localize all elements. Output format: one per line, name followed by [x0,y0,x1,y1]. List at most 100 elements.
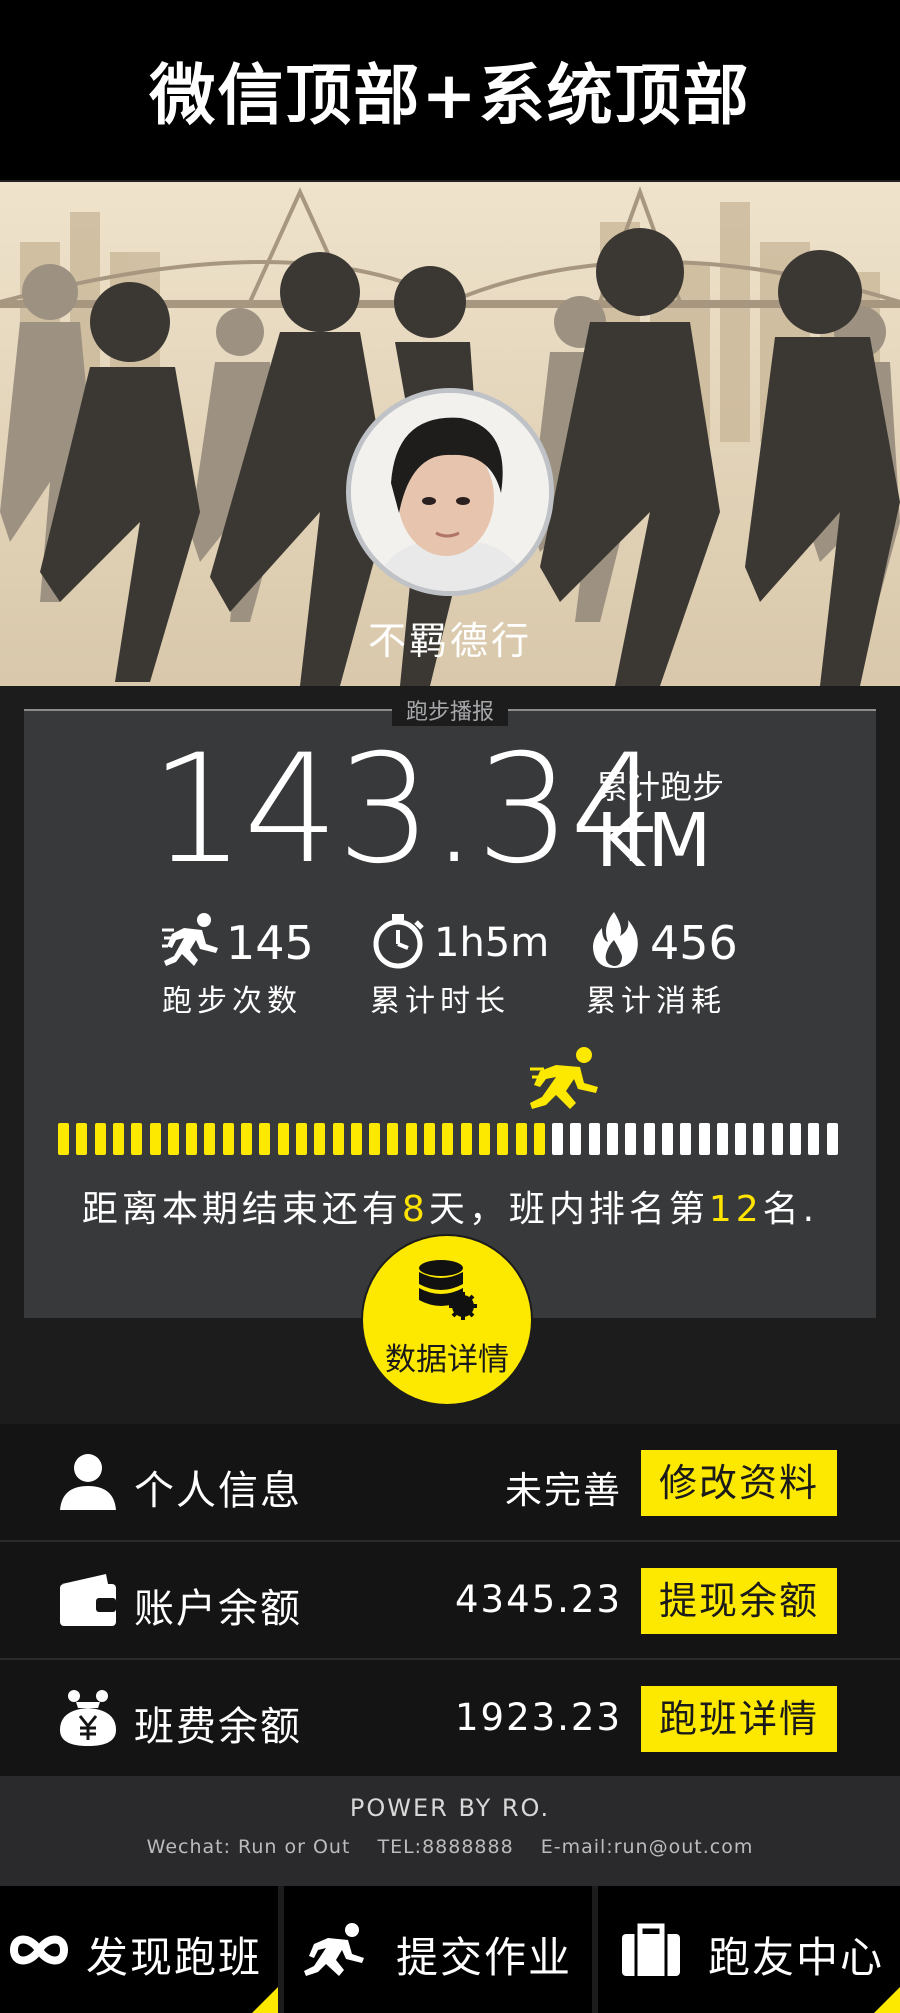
stat-calories: 456 累计消耗 [586,910,806,1020]
tab-corner-marker [252,1987,278,2013]
powered-by: POWER BY RO. [349,1794,551,1822]
progress-segment-filled [387,1123,399,1155]
progress-segment-filled [460,1123,472,1155]
stat-duration-label: 累计时长 [370,984,510,1019]
data-detail-button[interactable]: 数据详情 [363,1236,531,1404]
stat-duration: 1h5m 累计时长 [370,910,590,1020]
row-label: 账户余额 [134,1586,302,1632]
progress-segment-empty [771,1123,783,1155]
stopwatch-icon [373,914,424,969]
progress-segment-empty [808,1123,820,1155]
row-label: 个人信息 [134,1468,302,1514]
summary-suffix: 名. [762,1189,819,1230]
progress-segment-empty [552,1123,564,1155]
contact-info: Wechat: Run or Out TEL:8888888 E-mail:ru… [0,1836,900,1858]
divider [24,709,392,711]
row-value: 1923.23 [454,1696,622,1739]
progress-segment-empty [735,1123,747,1155]
tab-label: 提交作业 [396,1933,573,1982]
database-settings-icon [419,1260,477,1320]
progress-segment-filled [58,1123,69,1155]
tab-corner-marker [874,1987,900,2013]
tab-label: 发现跑班 [86,1933,263,1982]
progress-segment-filled [241,1123,252,1155]
progress-segment-empty [643,1123,655,1155]
wallet-icon [60,1574,116,1626]
progress-segment-filled [497,1123,509,1155]
row-label: 班费余额 [134,1704,302,1750]
row-value: 4345.23 [454,1578,622,1621]
progress-segment-filled [222,1123,234,1155]
avatar[interactable] [346,388,554,596]
progress-segment-filled [76,1123,88,1155]
progress-segment-filled [295,1123,307,1155]
tab-label: 跑友中心 [708,1933,885,1982]
total-distance-value: 143.34 [150,723,665,897]
page-title: 微信顶部+系统顶部 [149,57,751,134]
progress-segment-filled [332,1123,344,1155]
row-account-balance: 账户余额 4345.23 提现余额 [0,1542,900,1660]
progress-segment-filled [167,1123,179,1155]
hero-banner: 不羁德行 [0,182,900,686]
progress-segment-empty [716,1123,728,1155]
stat-calories-label: 累计消耗 [586,984,726,1019]
divider [508,709,877,711]
progress-segment-filled [149,1123,161,1155]
progress-segment-filled [350,1123,362,1155]
edit-profile-button[interactable]: 修改资料 [641,1450,837,1516]
progress-segment-empty [588,1123,600,1155]
progress-segment-empty [753,1123,765,1155]
tab-runner-center[interactable]: 跑友中心 [598,1886,900,2013]
progress-segment-empty [826,1123,838,1155]
row-class-fee: 班费余额 1923.23 跑班详情 [0,1660,900,1778]
progress-segment-filled [515,1123,527,1155]
progress-segment-filled [442,1123,454,1155]
progress-segment-empty [625,1123,637,1155]
class-rank: 12 [708,1189,763,1230]
progress-segment-filled [369,1123,381,1155]
username: 不羁德行 [367,619,532,663]
stat-calories-value: 456 [650,916,738,970]
footer: POWER BY RO. Wechat: Run or Out TEL:8888… [0,1776,900,1886]
top-bar: 微信顶部+系统顶部 [0,0,900,182]
board-title: 跑步播报 [392,694,509,726]
progress-segment-empty [790,1123,801,1155]
progress-segment-filled [131,1123,143,1155]
progress-segment-filled [94,1123,106,1155]
progress-segment-filled [259,1123,271,1155]
progress-runner-icon [530,1047,598,1109]
summary-middle: 天，班内排名第 [428,1189,709,1230]
stat-run-count-value: 145 [226,916,314,970]
progress-segment-empty [698,1123,710,1155]
stat-duration-value: 1h5m [434,920,550,966]
avatar-image [351,393,549,591]
summary-prefix: 距离本期结束还有 [81,1189,402,1230]
progress-segment-filled [424,1123,435,1155]
board-header: 跑步播报 [24,694,877,726]
stat-run-count-label: 跑步次数 [162,984,302,1019]
progress-segment-filled [314,1123,326,1155]
row-value: 未完善 [505,1469,622,1512]
total-distance: 143.34 累计跑步 KM [150,730,770,890]
tab-discover-class[interactable]: 发现跑班 [0,1886,278,2013]
money-bag-icon [60,1690,116,1746]
bottom-tab-bar: 发现跑班 提交作业 跑友中心 [0,1886,900,2013]
runner-icon [304,1923,364,1976]
briefcase-icon [622,1923,680,1976]
remaining-days: 8 [401,1189,429,1230]
withdraw-button[interactable]: 提现余额 [641,1568,837,1634]
progress-segment-empty [661,1123,673,1155]
tab-submit-homework[interactable]: 提交作业 [284,1886,592,2013]
progress-segment-empty [607,1123,618,1155]
progress-segment-filled [478,1123,490,1155]
progress-segment-filled [204,1123,216,1155]
class-detail-button[interactable]: 跑班详情 [641,1686,837,1752]
runner-icon [162,913,218,966]
period-progress-bar [58,1123,844,1155]
stat-run-count: 145 跑步次数 [162,910,382,1020]
progress-segment-filled [112,1123,124,1155]
infinity-icon [9,1935,69,1965]
progress-segment-empty [570,1123,582,1155]
wechat-contact: Wechat: Run or Out [146,1836,351,1858]
total-distance-unit: KM [596,798,715,884]
